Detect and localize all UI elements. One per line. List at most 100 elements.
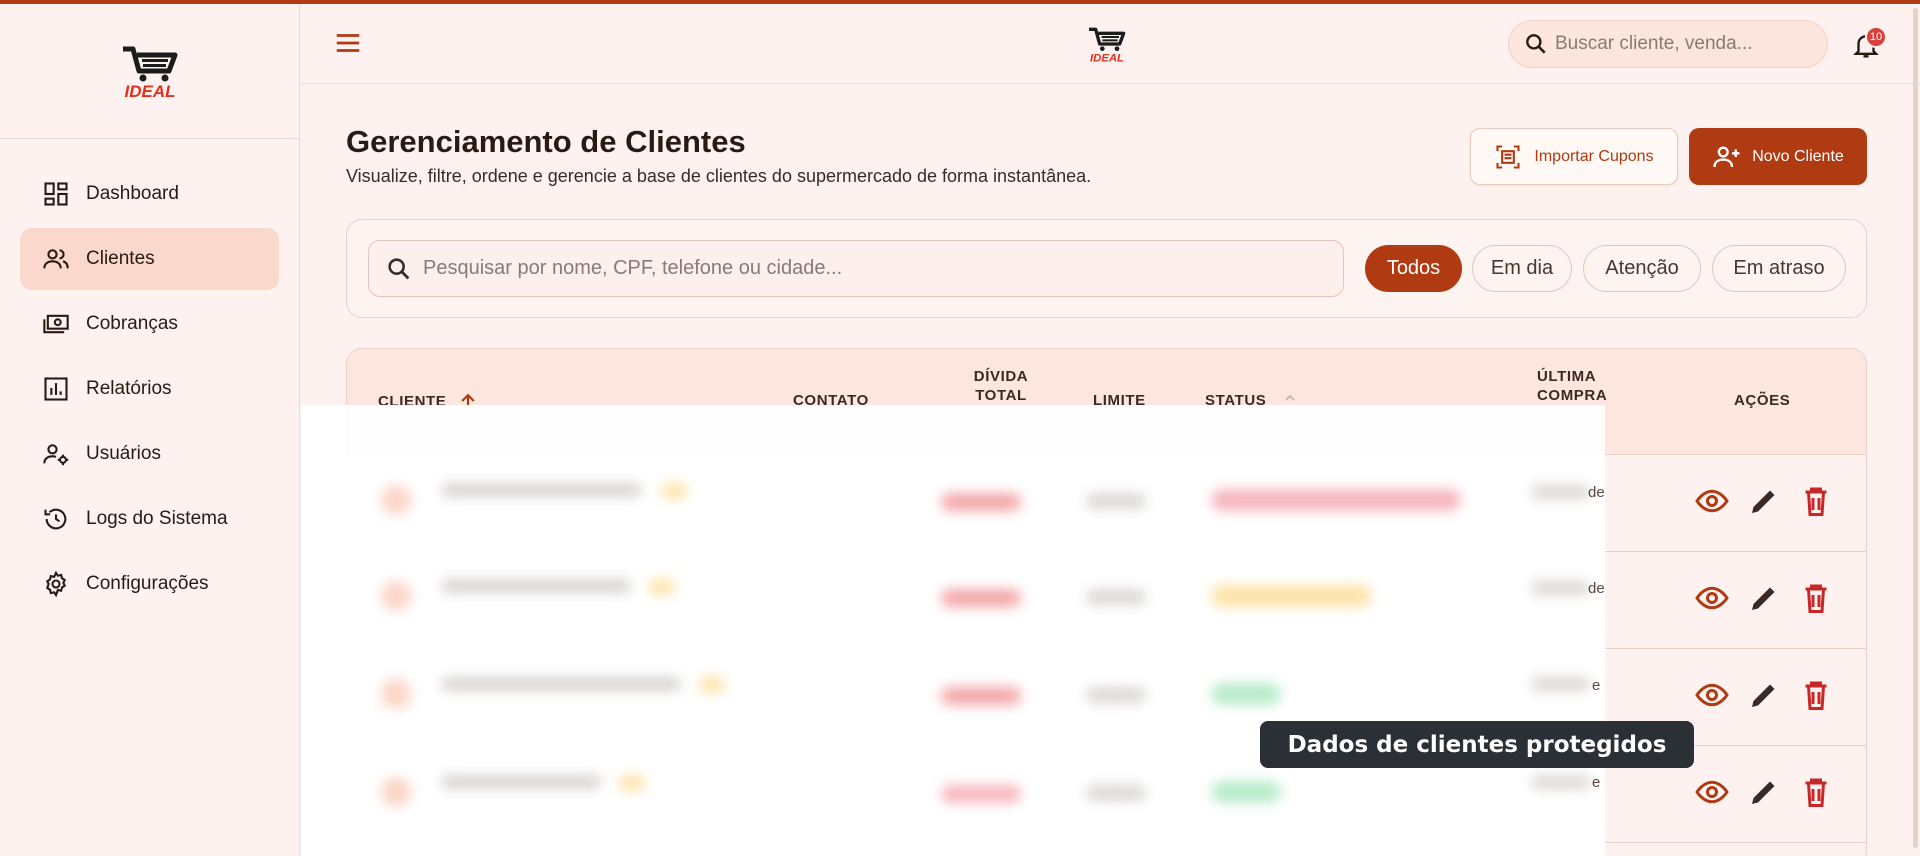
add-user-icon xyxy=(1713,145,1740,167)
filter-chip-em-dia[interactable]: Em dia xyxy=(1472,245,1572,292)
blurred-avatar xyxy=(381,679,411,709)
view-icon[interactable] xyxy=(1694,774,1730,810)
blurred-amount xyxy=(941,493,1021,511)
client-search[interactable] xyxy=(368,240,1344,297)
sidebar-item-configuracoes[interactable]: Configurações xyxy=(20,553,279,615)
last-purchase-peek: e xyxy=(1592,774,1601,791)
users-icon xyxy=(43,249,69,269)
blurred-badge xyxy=(699,677,725,693)
blurred-amount xyxy=(941,589,1021,607)
new-client-label: Novo Cliente xyxy=(1752,147,1844,165)
header-logo[interactable]: IDEAL xyxy=(1083,24,1131,69)
view-icon[interactable] xyxy=(1694,483,1730,519)
import-coupons-button[interactable]: Importar Cupons xyxy=(1470,128,1678,185)
view-icon[interactable] xyxy=(1694,677,1730,713)
logo-text: IDEAL xyxy=(124,82,175,101)
row-actions xyxy=(1694,580,1834,620)
sidebar-item-label: Configurações xyxy=(86,573,209,594)
search-icon xyxy=(388,257,410,279)
top-accent-bar xyxy=(0,0,1920,4)
blurred-amount xyxy=(1086,589,1146,605)
blurred-text xyxy=(441,775,601,789)
gear-icon xyxy=(45,570,67,598)
sidebar-item-logs[interactable]: Logs do Sistema xyxy=(20,488,279,550)
sidebar-logo[interactable]: IDEAL xyxy=(0,4,299,139)
sidebar-item-cobrancas[interactable]: Cobranças xyxy=(20,293,279,355)
page-title: Gerenciamento de Clientes xyxy=(346,124,746,159)
new-client-button[interactable]: Novo Cliente xyxy=(1689,128,1867,185)
hamburger-menu-icon[interactable] xyxy=(333,28,363,58)
blurred-badge xyxy=(619,775,645,791)
sidebar-item-usuarios[interactable]: Usuários xyxy=(20,423,279,485)
header-search[interactable] xyxy=(1508,20,1828,68)
sidebar-nav: Dashboard Clientes Cobranças Relatórios … xyxy=(0,139,299,615)
sidebar-item-clientes[interactable]: Clientes xyxy=(20,228,279,290)
privacy-blur-overlay xyxy=(301,405,1605,856)
bar-chart-icon xyxy=(44,377,68,401)
blurred-text xyxy=(441,579,631,593)
edit-icon[interactable] xyxy=(1746,677,1782,713)
sidebar-item-relatorios[interactable]: Relatórios xyxy=(20,358,279,420)
filter-chip-em-atraso[interactable]: Em atraso xyxy=(1712,245,1846,292)
sidebar-item-label: Cobranças xyxy=(86,313,178,334)
row-actions xyxy=(1694,677,1834,717)
delete-icon[interactable] xyxy=(1798,580,1834,616)
edit-icon[interactable] xyxy=(1746,774,1782,810)
search-icon xyxy=(1526,34,1546,54)
blurred-status xyxy=(1211,585,1371,607)
column-label: TOTAL xyxy=(975,387,1027,404)
blurred-status xyxy=(1211,781,1281,803)
edit-icon[interactable] xyxy=(1746,483,1782,519)
blurred-text xyxy=(441,483,641,497)
cart-logo-icon: IDEAL xyxy=(122,46,177,101)
edit-icon[interactable] xyxy=(1746,580,1782,616)
blurred-amount xyxy=(1086,785,1146,801)
history-icon xyxy=(44,508,67,530)
filter-chip-todos[interactable]: Todos xyxy=(1365,245,1462,292)
column-header-acoes: AÇÕES xyxy=(1734,392,1791,409)
delete-icon[interactable] xyxy=(1798,677,1834,713)
blurred-badge xyxy=(649,579,675,595)
column-label: DÍVIDA xyxy=(973,368,1029,385)
last-purchase-peek: de xyxy=(1588,580,1605,597)
column-label: COMPRA xyxy=(1537,387,1608,404)
last-purchase-peek: de xyxy=(1588,484,1605,501)
cart-logo-icon: IDEAL xyxy=(1089,27,1126,64)
blurred-amount xyxy=(941,687,1021,705)
client-search-input[interactable] xyxy=(423,257,1323,280)
blurred-amount xyxy=(1086,687,1146,703)
user-settings-icon xyxy=(43,444,69,466)
blurred-status xyxy=(1211,683,1281,705)
blurred-amount xyxy=(1086,493,1146,509)
sidebar-item-label: Relatórios xyxy=(86,378,172,399)
money-icon xyxy=(43,314,69,334)
blurred-status xyxy=(1211,489,1461,511)
sidebar-item-label: Clientes xyxy=(86,248,155,269)
delete-icon[interactable] xyxy=(1798,774,1834,810)
blurred-date xyxy=(1531,677,1591,691)
sidebar-item-label: Dashboard xyxy=(86,183,179,204)
filter-card: Todos Em dia Atenção Em atraso xyxy=(346,219,1867,318)
column-header-divida-total[interactable]: DÍVIDA TOTAL xyxy=(955,367,1047,405)
blurred-badge xyxy=(661,483,687,499)
column-label: ÚLTIMA xyxy=(1537,368,1597,385)
blurred-date xyxy=(1531,775,1591,789)
sidebar-item-dashboard[interactable]: Dashboard xyxy=(20,163,279,225)
row-actions xyxy=(1694,483,1834,523)
filter-chip-atencao[interactable]: Atenção xyxy=(1583,245,1701,292)
blurred-amount xyxy=(941,785,1021,803)
sidebar-item-label: Logs do Sistema xyxy=(86,508,228,529)
page-scrollbar[interactable] xyxy=(1913,8,1918,848)
header-search-input[interactable] xyxy=(1555,33,1795,55)
top-header: IDEAL 10 xyxy=(301,4,1920,84)
row-actions xyxy=(1694,774,1834,814)
blurred-text xyxy=(441,677,681,691)
blurred-date xyxy=(1531,581,1591,595)
delete-icon[interactable] xyxy=(1798,483,1834,519)
blurred-avatar xyxy=(381,777,411,807)
notification-badge: 10 xyxy=(1865,26,1887,48)
sidebar: IDEAL Dashboard Clientes Cobranças Relat… xyxy=(0,4,300,856)
last-purchase-peek: e xyxy=(1592,677,1601,694)
view-icon[interactable] xyxy=(1694,580,1730,616)
column-header-ultima-compra[interactable]: ÚLTIMA COMPRA xyxy=(1537,367,1607,405)
